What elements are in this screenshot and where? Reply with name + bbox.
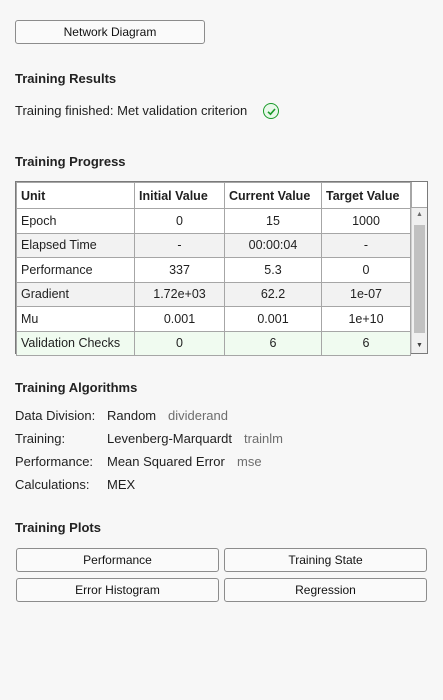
algorithm-function: mse bbox=[237, 454, 262, 469]
table-cell: - bbox=[134, 232, 225, 258]
vertical-scrollbar[interactable]: ▲ ▼ bbox=[411, 208, 427, 353]
table-cell: 337 bbox=[134, 257, 225, 283]
table-cell: Mu bbox=[16, 306, 135, 332]
check-circle-icon bbox=[263, 103, 279, 119]
table-cell: 15 bbox=[224, 208, 322, 234]
algorithm-label: Performance: bbox=[15, 454, 94, 469]
algorithm-function: trainlm bbox=[244, 431, 284, 446]
training-results-heading: Training Results bbox=[15, 71, 117, 86]
scroll-down-arrow-icon[interactable]: ▼ bbox=[416, 342, 423, 350]
table-cell: 1000 bbox=[321, 208, 411, 234]
network-diagram-button[interactable]: Network Diagram bbox=[15, 20, 205, 44]
algorithm-value: Random bbox=[107, 408, 157, 423]
training-state-plot-button[interactable]: Training State bbox=[224, 548, 427, 572]
table-cell: Elapsed Time bbox=[16, 232, 135, 258]
table-cell: Gradient bbox=[16, 281, 135, 307]
table-cell: 1e+10 bbox=[321, 306, 411, 332]
table-cell: 0 bbox=[321, 257, 411, 283]
table-cell: 1.72e+03 bbox=[134, 281, 225, 307]
table-cell: 62.2 bbox=[224, 281, 322, 307]
algorithm-function: dividerand bbox=[168, 408, 228, 423]
performance-plot-button[interactable]: Performance bbox=[16, 548, 219, 572]
column-header-target-value[interactable]: Target Value bbox=[321, 182, 411, 209]
table-cell: 5.3 bbox=[224, 257, 322, 283]
table-row: Validation Checks 0 6 6 bbox=[16, 330, 411, 356]
table-cell: 0 bbox=[134, 330, 225, 356]
algorithm-value: Levenberg-Marquardt bbox=[107, 431, 233, 446]
training-progress-heading: Training Progress bbox=[15, 154, 126, 169]
table-cell: 1e-07 bbox=[321, 281, 411, 307]
algorithm-value: Mean Squared Error bbox=[107, 454, 225, 469]
table-cell: - bbox=[321, 232, 411, 258]
column-header-current-value[interactable]: Current Value bbox=[224, 182, 322, 209]
header-corner bbox=[411, 182, 427, 208]
table-row: Gradient 1.72e+03 62.2 1e-07 bbox=[16, 281, 411, 307]
column-header-initial-value[interactable]: Initial Value bbox=[134, 182, 225, 209]
column-header-unit[interactable]: Unit bbox=[16, 182, 135, 209]
algorithm-label: Data Division: bbox=[15, 408, 96, 423]
table-cell: Epoch bbox=[16, 208, 135, 234]
table-row: Epoch 0 15 1000 bbox=[16, 208, 411, 234]
table-cell: 6 bbox=[224, 330, 322, 356]
algorithm-label: Calculations: bbox=[15, 477, 90, 492]
algorithm-value: MEX bbox=[107, 477, 136, 492]
table-cell: 0.001 bbox=[224, 306, 322, 332]
regression-plot-button[interactable]: Regression bbox=[224, 578, 427, 602]
training-algorithms-heading: Training Algorithms bbox=[15, 380, 138, 395]
table-cell: Performance bbox=[16, 257, 135, 283]
training-plots-heading: Training Plots bbox=[15, 520, 101, 535]
scrollbar-thumb[interactable] bbox=[414, 225, 425, 333]
algorithm-label: Training: bbox=[15, 431, 66, 446]
table-cell: Validation Checks bbox=[16, 330, 135, 356]
table-row: Elapsed Time - 00:00:04 - bbox=[16, 232, 411, 258]
table-row: Performance 337 5.3 0 bbox=[16, 257, 411, 283]
scroll-up-arrow-icon[interactable]: ▲ bbox=[416, 211, 423, 219]
error-histogram-plot-button[interactable]: Error Histogram bbox=[16, 578, 219, 602]
table-cell: 00:00:04 bbox=[224, 232, 322, 258]
table-cell: 0.001 bbox=[134, 306, 225, 332]
training-status-text: Training finished: Met validation criter… bbox=[15, 103, 248, 118]
training-progress-table: Unit Initial Value Current Value Target … bbox=[15, 181, 428, 356]
table-cell: 6 bbox=[321, 330, 411, 356]
table-cell: 0 bbox=[134, 208, 225, 234]
table-row: Mu 0.001 0.001 1e+10 bbox=[16, 306, 411, 332]
